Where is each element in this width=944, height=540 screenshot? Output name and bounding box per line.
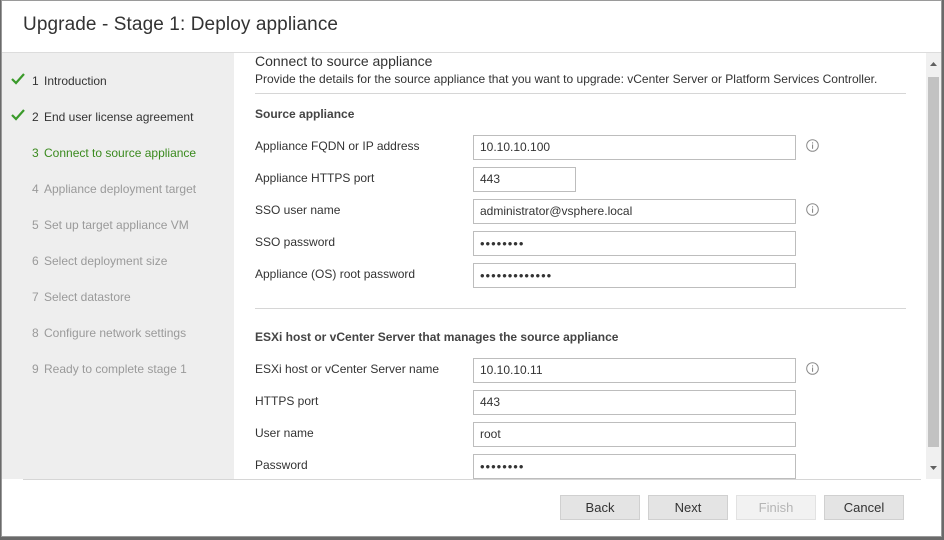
step-number: 7 — [32, 290, 39, 304]
step-label: Connect to source appliance — [44, 146, 197, 160]
step-deployment-target: 4 Appliance deployment target — [2, 177, 234, 201]
page-description: Provide the details for the source appli… — [255, 72, 878, 86]
upgrade-wizard-window: Upgrade - Stage 1: Deploy appliance 1 In… — [1, 0, 942, 537]
section-title-source: Source appliance — [255, 107, 355, 121]
vertical-scrollbar[interactable] — [926, 53, 941, 479]
back-button[interactable]: Back — [560, 495, 640, 520]
section-title-host: ESXi host or vCenter Server that manages… — [255, 330, 619, 344]
scroll-thumb[interactable] — [928, 77, 939, 447]
step-label: End user license agreement — [44, 110, 194, 124]
info-icon[interactable] — [806, 139, 819, 152]
scroll-up-icon[interactable] — [926, 53, 941, 75]
step-label: Configure network settings — [44, 326, 187, 340]
host-password-input[interactable]: •••••••• — [473, 454, 796, 479]
step-number: 6 — [32, 254, 39, 268]
step-datastore: 7 Select datastore — [2, 285, 234, 309]
step-number: 2 — [32, 110, 39, 124]
root-password-label: Appliance (OS) root password — [255, 267, 416, 281]
fqdn-label: Appliance FQDN or IP address — [255, 139, 420, 153]
fqdn-input[interactable]: 10.10.10.100 — [473, 135, 796, 160]
step-number: 3 — [32, 146, 39, 160]
step-label: Appliance deployment target — [44, 182, 197, 196]
step-label: Introduction — [44, 74, 107, 88]
page-heading: Connect to source appliance — [255, 53, 433, 69]
sso-user-input[interactable]: administrator@vsphere.local — [473, 199, 796, 224]
info-icon[interactable] — [806, 203, 819, 216]
step-label: Select datastore — [44, 290, 131, 304]
host-user-input[interactable]: root — [473, 422, 796, 447]
divider — [255, 93, 906, 94]
step-number: 8 — [32, 326, 39, 340]
host-password-label: Password — [255, 458, 308, 472]
step-target-vm: 5 Set up target appliance VM — [2, 213, 234, 237]
info-icon[interactable] — [806, 362, 819, 375]
sso-user-label: SSO user name — [255, 203, 341, 217]
step-deployment-size: 6 Select deployment size — [2, 249, 234, 273]
root-password-input[interactable]: ••••••••••••• — [473, 263, 796, 288]
step-introduction[interactable]: 1 Introduction — [2, 69, 234, 93]
https-port-input[interactable]: 443 — [473, 167, 576, 192]
step-connect-source[interactable]: 3 Connect to source appliance — [2, 141, 234, 165]
checkmark-icon — [11, 109, 25, 121]
sso-password-input[interactable]: •••••••• — [473, 231, 796, 256]
footer-divider — [23, 479, 921, 480]
host-port-input[interactable]: 443 — [473, 390, 796, 415]
sso-password-label: SSO password — [255, 235, 336, 249]
title-bar: Upgrade - Stage 1: Deploy appliance — [2, 1, 941, 53]
divider — [255, 308, 906, 309]
step-label: Set up target appliance VM — [44, 218, 189, 232]
step-label: Ready to complete stage 1 — [44, 362, 187, 376]
step-network-settings: 8 Configure network settings — [2, 321, 234, 345]
step-ready-complete: 9 Ready to complete stage 1 — [2, 357, 234, 381]
step-label: Select deployment size — [44, 254, 168, 268]
step-number: 9 — [32, 362, 39, 376]
host-name-input[interactable]: 10.10.10.11 — [473, 358, 796, 383]
host-port-label: HTTPS port — [255, 394, 319, 408]
cancel-button[interactable]: Cancel — [824, 495, 904, 520]
checkmark-icon — [11, 73, 25, 85]
content-pane: Connect to source appliance Provide the … — [234, 53, 926, 479]
host-user-label: User name — [255, 426, 314, 440]
wizard-steps-sidebar: 1 Introduction 2 End user license agreem… — [2, 53, 234, 479]
step-number: 5 — [32, 218, 39, 232]
step-number: 4 — [32, 182, 39, 196]
next-button[interactable]: Next — [648, 495, 728, 520]
step-number: 1 — [32, 74, 39, 88]
finish-button: Finish — [736, 495, 816, 520]
host-name-label: ESXi host or vCenter Server name — [255, 362, 440, 376]
step-eula[interactable]: 2 End user license agreement — [2, 105, 234, 129]
window-title: Upgrade - Stage 1: Deploy appliance — [23, 14, 339, 35]
https-port-label: Appliance HTTPS port — [255, 171, 375, 185]
scroll-down-icon[interactable] — [926, 457, 941, 479]
